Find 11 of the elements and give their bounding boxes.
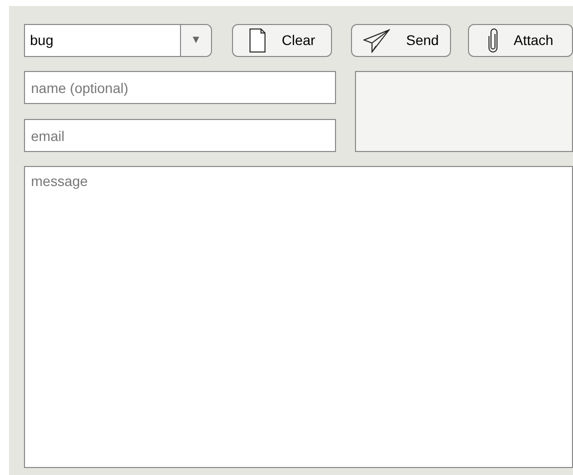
category-dropdown[interactable]: bug ▼ xyxy=(24,24,212,57)
document-icon xyxy=(248,28,266,53)
name-field[interactable]: name (optional) xyxy=(24,71,336,104)
button[interactable]: Attach xyxy=(468,24,573,57)
paper-plane-icon xyxy=(363,28,390,52)
button[interactable]: Clear xyxy=(232,24,332,57)
email-field[interactable]: email xyxy=(24,119,336,152)
button[interactable]: Send xyxy=(351,24,451,57)
paperclip-icon xyxy=(488,28,498,53)
dropdown-value: bug xyxy=(29,31,54,50)
message-field[interactable]: message xyxy=(24,166,573,468)
